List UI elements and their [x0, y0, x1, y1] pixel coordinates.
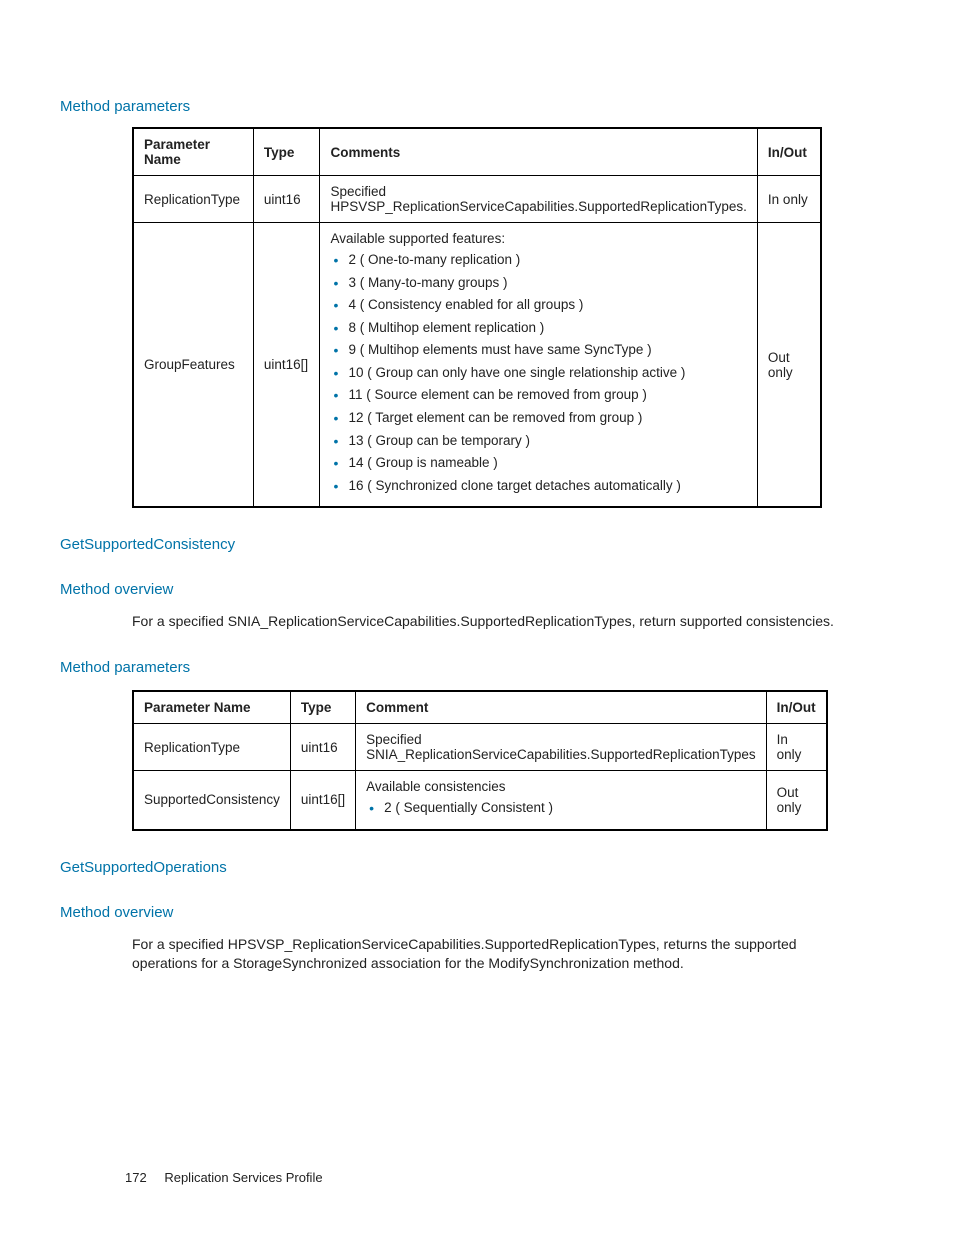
cell-type: uint16[] — [290, 771, 355, 830]
cell-comment: Available consistencies 2 ( Sequentially… — [356, 771, 766, 830]
cell-type: uint16 — [290, 724, 355, 771]
page-number: 172 — [125, 1170, 147, 1185]
comment-intro: Available consistencies — [366, 779, 755, 794]
cell-inout: Out only — [757, 223, 821, 508]
method-parameters-heading-1: Method parameters — [60, 98, 894, 115]
cell-comment: Specified SNIA_ReplicationServiceCapabil… — [356, 724, 766, 771]
list-item: 11 ( Source element can be removed from … — [330, 385, 746, 405]
list-item: 4 ( Consistency enabled for all groups ) — [330, 295, 746, 315]
list-item: 2 ( One-to-many replication ) — [330, 250, 746, 270]
list-item: 2 ( Sequentially Consistent ) — [366, 798, 755, 818]
cell-param-name: ReplicationType — [133, 724, 290, 771]
method-overview-heading-3: Method overview — [60, 904, 894, 921]
method-overview-text-3: For a specified HPSVSP_ReplicationServic… — [132, 935, 844, 973]
page-footer: 172 Replication Services Profile — [125, 1170, 323, 1185]
cell-param-name: ReplicationType — [133, 176, 253, 223]
cell-comment: Specified HPSVSP_ReplicationServiceCapab… — [320, 176, 757, 223]
feature-list: 2 ( One-to-many replication ) 3 ( Many-t… — [330, 250, 746, 495]
consistency-list: 2 ( Sequentially Consistent ) — [366, 798, 755, 818]
method-overview-heading-2: Method overview — [60, 581, 894, 598]
footer-title: Replication Services Profile — [164, 1170, 322, 1185]
list-item: 16 ( Synchronized clone target detaches … — [330, 476, 746, 496]
get-supported-operations-heading: GetSupportedOperations — [60, 859, 894, 876]
cell-param-name: GroupFeatures — [133, 223, 253, 508]
col-header-param: Parameter Name — [133, 128, 253, 176]
cell-inout: In only — [757, 176, 821, 223]
table-header-row: Parameter Name Type Comment In/Out — [133, 691, 827, 724]
col-header-comment: Comment — [356, 691, 766, 724]
parameters-table-2: Parameter Name Type Comment In/Out Repli… — [132, 690, 828, 831]
list-item: 14 ( Group is nameable ) — [330, 453, 746, 473]
cell-inout: Out only — [766, 771, 827, 830]
col-header-comments: Comments — [320, 128, 757, 176]
col-header-type: Type — [290, 691, 355, 724]
col-header-type: Type — [253, 128, 320, 176]
list-item: 12 ( Target element can be removed from … — [330, 408, 746, 428]
list-item: 10 ( Group can only have one single rela… — [330, 363, 746, 383]
cell-type: uint16 — [253, 176, 320, 223]
table-row: GroupFeatures uint16[] Available support… — [133, 223, 821, 508]
get-supported-consistency-heading: GetSupportedConsistency — [60, 536, 894, 553]
col-header-inout: In/Out — [766, 691, 827, 724]
list-item: 3 ( Many-to-many groups ) — [330, 273, 746, 293]
table-row: ReplicationType uint16 Specified SNIA_Re… — [133, 724, 827, 771]
list-item: 13 ( Group can be temporary ) — [330, 431, 746, 451]
comment-intro: Available supported features: — [330, 231, 746, 246]
table-row: ReplicationType uint16 Specified HPSVSP_… — [133, 176, 821, 223]
method-parameters-heading-2: Method parameters — [60, 659, 894, 676]
table-header-row: Parameter Name Type Comments In/Out — [133, 128, 821, 176]
table-row: SupportedConsistency uint16[] Available … — [133, 771, 827, 830]
list-item: 9 ( Multihop elements must have same Syn… — [330, 340, 746, 360]
list-item: 8 ( Multihop element replication ) — [330, 318, 746, 338]
cell-param-name: SupportedConsistency — [133, 771, 290, 830]
col-header-param: Parameter Name — [133, 691, 290, 724]
method-overview-text-2: For a specified SNIA_ReplicationServiceC… — [132, 612, 844, 631]
parameters-table-1: Parameter Name Type Comments In/Out Repl… — [132, 127, 822, 508]
cell-type: uint16[] — [253, 223, 320, 508]
col-header-inout: In/Out — [757, 128, 821, 176]
cell-inout: In only — [766, 724, 827, 771]
cell-comment: Available supported features: 2 ( One-to… — [320, 223, 757, 508]
